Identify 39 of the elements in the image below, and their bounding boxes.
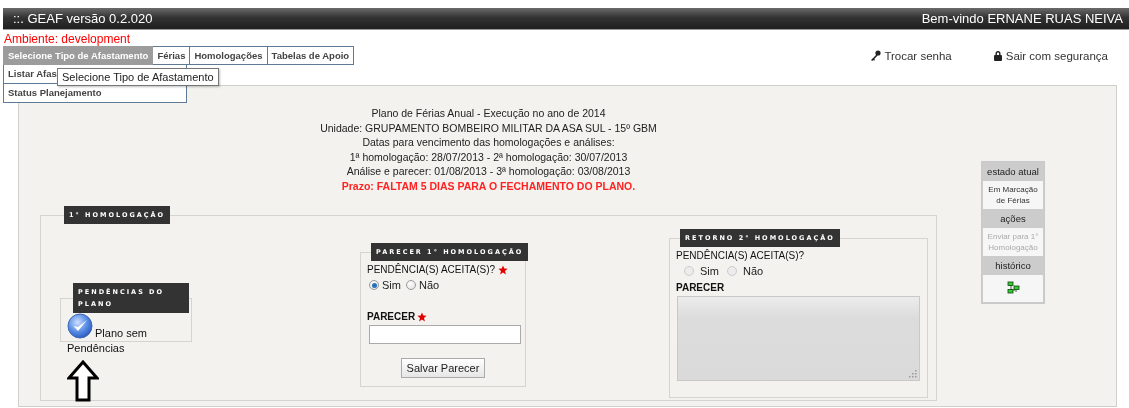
panel-heading: histórico <box>994 259 1032 273</box>
history-tree-icon[interactable] <box>1006 281 1020 294</box>
user-link[interactable]: Sair com segurança <box>992 49 1108 62</box>
radio-label: Sim <box>700 265 719 277</box>
nav-tab[interactable]: Tabelas de Apoio <box>267 46 355 65</box>
radio-label: Não <box>418 279 440 291</box>
nav-tab[interactable]: Férias <box>153 46 191 65</box>
question-label: PENDÊNCIA(S) ACEITA(S)? <box>676 250 805 261</box>
required-star-icon <box>417 311 428 322</box>
environment-label: Ambiente: development <box>3 31 132 46</box>
resize-grip-icon <box>909 370 917 378</box>
up-arrow <box>67 360 99 403</box>
radio-button[interactable] <box>405 280 416 290</box>
plan-info-text: Análise e parecer: 01/08/2013 - 3ª homologação: 03/08/2013 <box>345 164 632 179</box>
radio-button[interactable] <box>369 280 379 290</box>
radio-label: Não <box>742 265 764 277</box>
deadline-warning: Prazo: FALTAM 5 DIAS PARA O FECHAMENTO DO PLANO. <box>340 178 637 193</box>
radio-label: Sim <box>382 279 401 291</box>
panel-heading: ações <box>999 212 1027 226</box>
field-label: PARECER <box>676 282 725 293</box>
plan-info-text: Datas para vencimento das homologações e análises: <box>361 135 616 150</box>
nav-tab[interactable]: Homologações <box>190 46 268 65</box>
check-icon <box>67 313 93 339</box>
panel-heading: estado atual <box>986 165 1040 179</box>
lock-icon <box>992 50 1003 61</box>
field-label: PARECER <box>367 311 416 322</box>
input-field[interactable] <box>369 325 521 344</box>
question-label: PENDÊNCIA(S) ACEITA(S)? <box>367 264 496 275</box>
pendencies-status: Plano sem Pendências <box>67 327 147 354</box>
welcome-text: Bem-vindo ERNANE RUAS NEIVA <box>921 11 1124 26</box>
app-title: ::. GEAF versão 0.2.020 <box>12 11 153 26</box>
tooltip: Selecione Tipo de Afastamento <box>57 68 219 86</box>
plan-info-text: Plano de Férias Anual - Execução no ano de 2014 <box>370 106 607 121</box>
plan-info-text: Unidade: GRUPAMENTO BOMBEIRO MILITAR DA ASA SUL - 15º GBM <box>319 120 658 135</box>
save-button[interactable]: Salvar Parecer <box>400 358 486 378</box>
user-link[interactable]: Trocar senha <box>870 49 952 62</box>
key-icon <box>870 50 882 61</box>
current-state: Em Marcação de Férias <box>983 181 1043 209</box>
plan-info-text: 1ª homologação: 28/07/2013 - 2ª homologação: 30/07/2013 <box>348 149 629 164</box>
